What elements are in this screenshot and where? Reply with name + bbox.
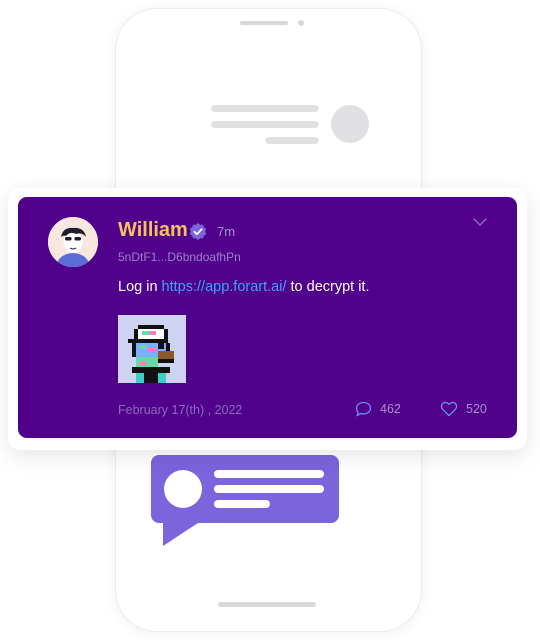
chat-bubble-line xyxy=(214,500,270,508)
chat-bubble-line xyxy=(214,470,324,478)
likes-count: 520 xyxy=(466,402,487,416)
heart-icon xyxy=(440,401,458,417)
post-time: 7m xyxy=(217,224,236,239)
comments-count: 462 xyxy=(380,402,401,416)
placeholder-line xyxy=(265,137,319,144)
post-message: Log in https://app.forart.ai/ to decrypt… xyxy=(118,279,370,295)
verified-badge-icon xyxy=(189,223,207,240)
phone-speaker xyxy=(240,21,288,25)
chevron-down-icon[interactable] xyxy=(473,217,487,227)
post-date: February 17(th) , 2022 xyxy=(118,403,243,417)
placeholder-line xyxy=(211,121,319,128)
author-avatar[interactable] xyxy=(48,217,98,267)
like-button[interactable]: 520 xyxy=(440,401,487,417)
decrypt-link[interactable]: https://app.forart.ai/ xyxy=(162,279,287,295)
placeholder-avatar xyxy=(331,105,369,143)
nft-image[interactable] xyxy=(118,315,186,383)
phone-camera xyxy=(298,20,304,26)
comment-bubble-icon xyxy=(355,401,372,417)
chat-bubble-tail xyxy=(163,521,201,546)
phone-home-indicator xyxy=(218,602,316,607)
avatar-illustration xyxy=(48,217,98,267)
message-suffix: to decrypt it. xyxy=(286,279,370,295)
chat-bubble-line xyxy=(214,485,324,493)
chat-bubble-avatar xyxy=(164,470,202,508)
post-card[interactable]: William 7m 5nDtF1...D6bndoafhPn Log in h… xyxy=(18,197,517,438)
pixel-art-character xyxy=(118,315,186,383)
placeholder-line xyxy=(211,105,319,112)
comments-button[interactable]: 462 xyxy=(355,401,401,417)
message-prefix: Log in xyxy=(118,279,162,295)
author-name[interactable]: William xyxy=(118,219,188,242)
author-handle[interactable]: 5nDtF1...D6bndoafhPn xyxy=(118,250,241,264)
